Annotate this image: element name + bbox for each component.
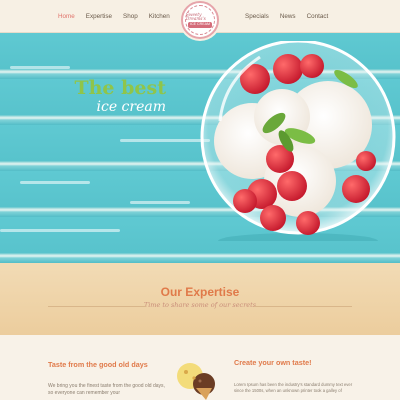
nav-expertise-link[interactable]: Expertise (86, 13, 112, 20)
left-column-text: We bring you the finest taste from the g… (48, 383, 165, 396)
nav-specials-link[interactable]: Specials (245, 13, 269, 20)
expertise-section: Our Expertise Time to share some of our … (0, 263, 400, 335)
nav-home-link[interactable]: Home (58, 13, 75, 20)
hero-banner: The best ice cream (0, 33, 400, 263)
raspberry (296, 211, 320, 235)
expertise-title: Our Expertise (160, 285, 240, 299)
ice-cream-bowl-image (200, 41, 396, 241)
nav-contact-link[interactable]: Contact (307, 13, 329, 20)
raspberry (356, 151, 376, 171)
expertise-subtitle: Time to share some of our secrets (143, 301, 257, 309)
raspberry (233, 189, 257, 213)
right-column-text: Lorem Ipsum has been the industry's stan… (234, 382, 353, 393)
wood-highlight (20, 181, 90, 184)
raspberry (342, 175, 370, 203)
divider-line-right (254, 306, 352, 307)
nav-left-group: Home Expertise Shop Kitchen (58, 13, 170, 20)
nav-shop-link[interactable]: Shop (123, 13, 138, 20)
brand-logo[interactable]: Sweety Dreams's ICE CREAM (181, 1, 219, 39)
left-column-title: Taste from the good old days (48, 360, 148, 369)
wood-highlight (10, 66, 70, 69)
wood-highlight (0, 229, 120, 232)
ice-cream-cone-icon (177, 363, 215, 400)
nav-kitchen-link[interactable]: Kitchen (149, 13, 170, 20)
raspberry (277, 171, 307, 201)
wood-highlight (130, 201, 190, 204)
logo-badge-ring: Sweety Dreams's ICE CREAM (185, 5, 215, 35)
raspberry (273, 54, 303, 84)
raspberry (260, 205, 286, 231)
right-column-title: Create your own taste! (234, 358, 312, 367)
cone (196, 388, 212, 400)
wood-highlight (120, 139, 210, 142)
nav-news-link[interactable]: News (280, 13, 296, 20)
raspberry (300, 54, 324, 78)
logo-top-text: Sweety Dreams's (186, 11, 206, 21)
nav-right-group: Specials News Contact (245, 13, 328, 20)
divider-line-left (48, 306, 146, 307)
hero-title-line-1: The best (74, 77, 166, 99)
hero-title-line-2: ice cream (96, 99, 167, 115)
logo-bottom-text: ICE CREAM (188, 21, 212, 28)
